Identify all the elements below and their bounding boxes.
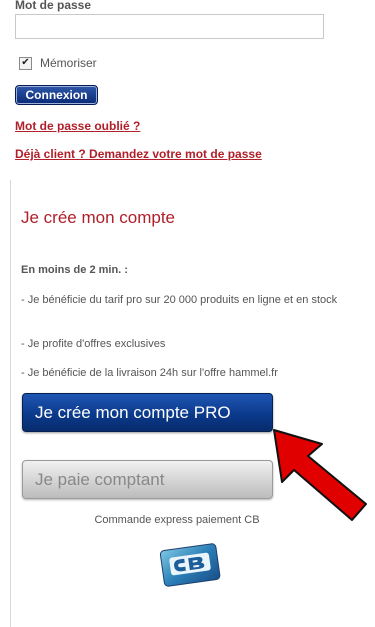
pay-cash-button[interactable]: Je paie comptant <box>22 460 273 499</box>
remember-label: Mémoriser <box>40 56 97 70</box>
connexion-button[interactable]: Connexion <box>15 85 98 105</box>
signup-title: Je crée mon compte <box>21 208 176 227</box>
remember-checkbox[interactable]: ✔ <box>19 56 32 70</box>
password-field[interactable] <box>15 14 324 39</box>
forgot-password-link[interactable]: Mot de passe oublié ? <box>15 119 140 133</box>
benefit-item: - Je profite d'offres exclusives <box>21 338 166 350</box>
request-password-link[interactable]: Déjà client ? Demandez votre mot de pass… <box>15 147 262 161</box>
password-label: Mot de passe <box>15 0 92 12</box>
benefit-item: - Je bénéficie de la livraison 24h sur l… <box>21 367 278 379</box>
check-icon: ✔ <box>21 57 30 68</box>
benefit-item: - Je bénéficie du tarif pro sur 20 000 p… <box>21 294 338 306</box>
create-pro-account-button[interactable]: Je crée mon compte PRO <box>22 393 273 432</box>
remember-me[interactable]: ✔ Mémoriser <box>19 56 97 70</box>
section-divider <box>10 180 11 627</box>
red-arrow-icon <box>273 429 367 521</box>
signup-intro: En moins de 2 min. : <box>21 264 128 276</box>
cb-card-logo <box>159 543 221 587</box>
